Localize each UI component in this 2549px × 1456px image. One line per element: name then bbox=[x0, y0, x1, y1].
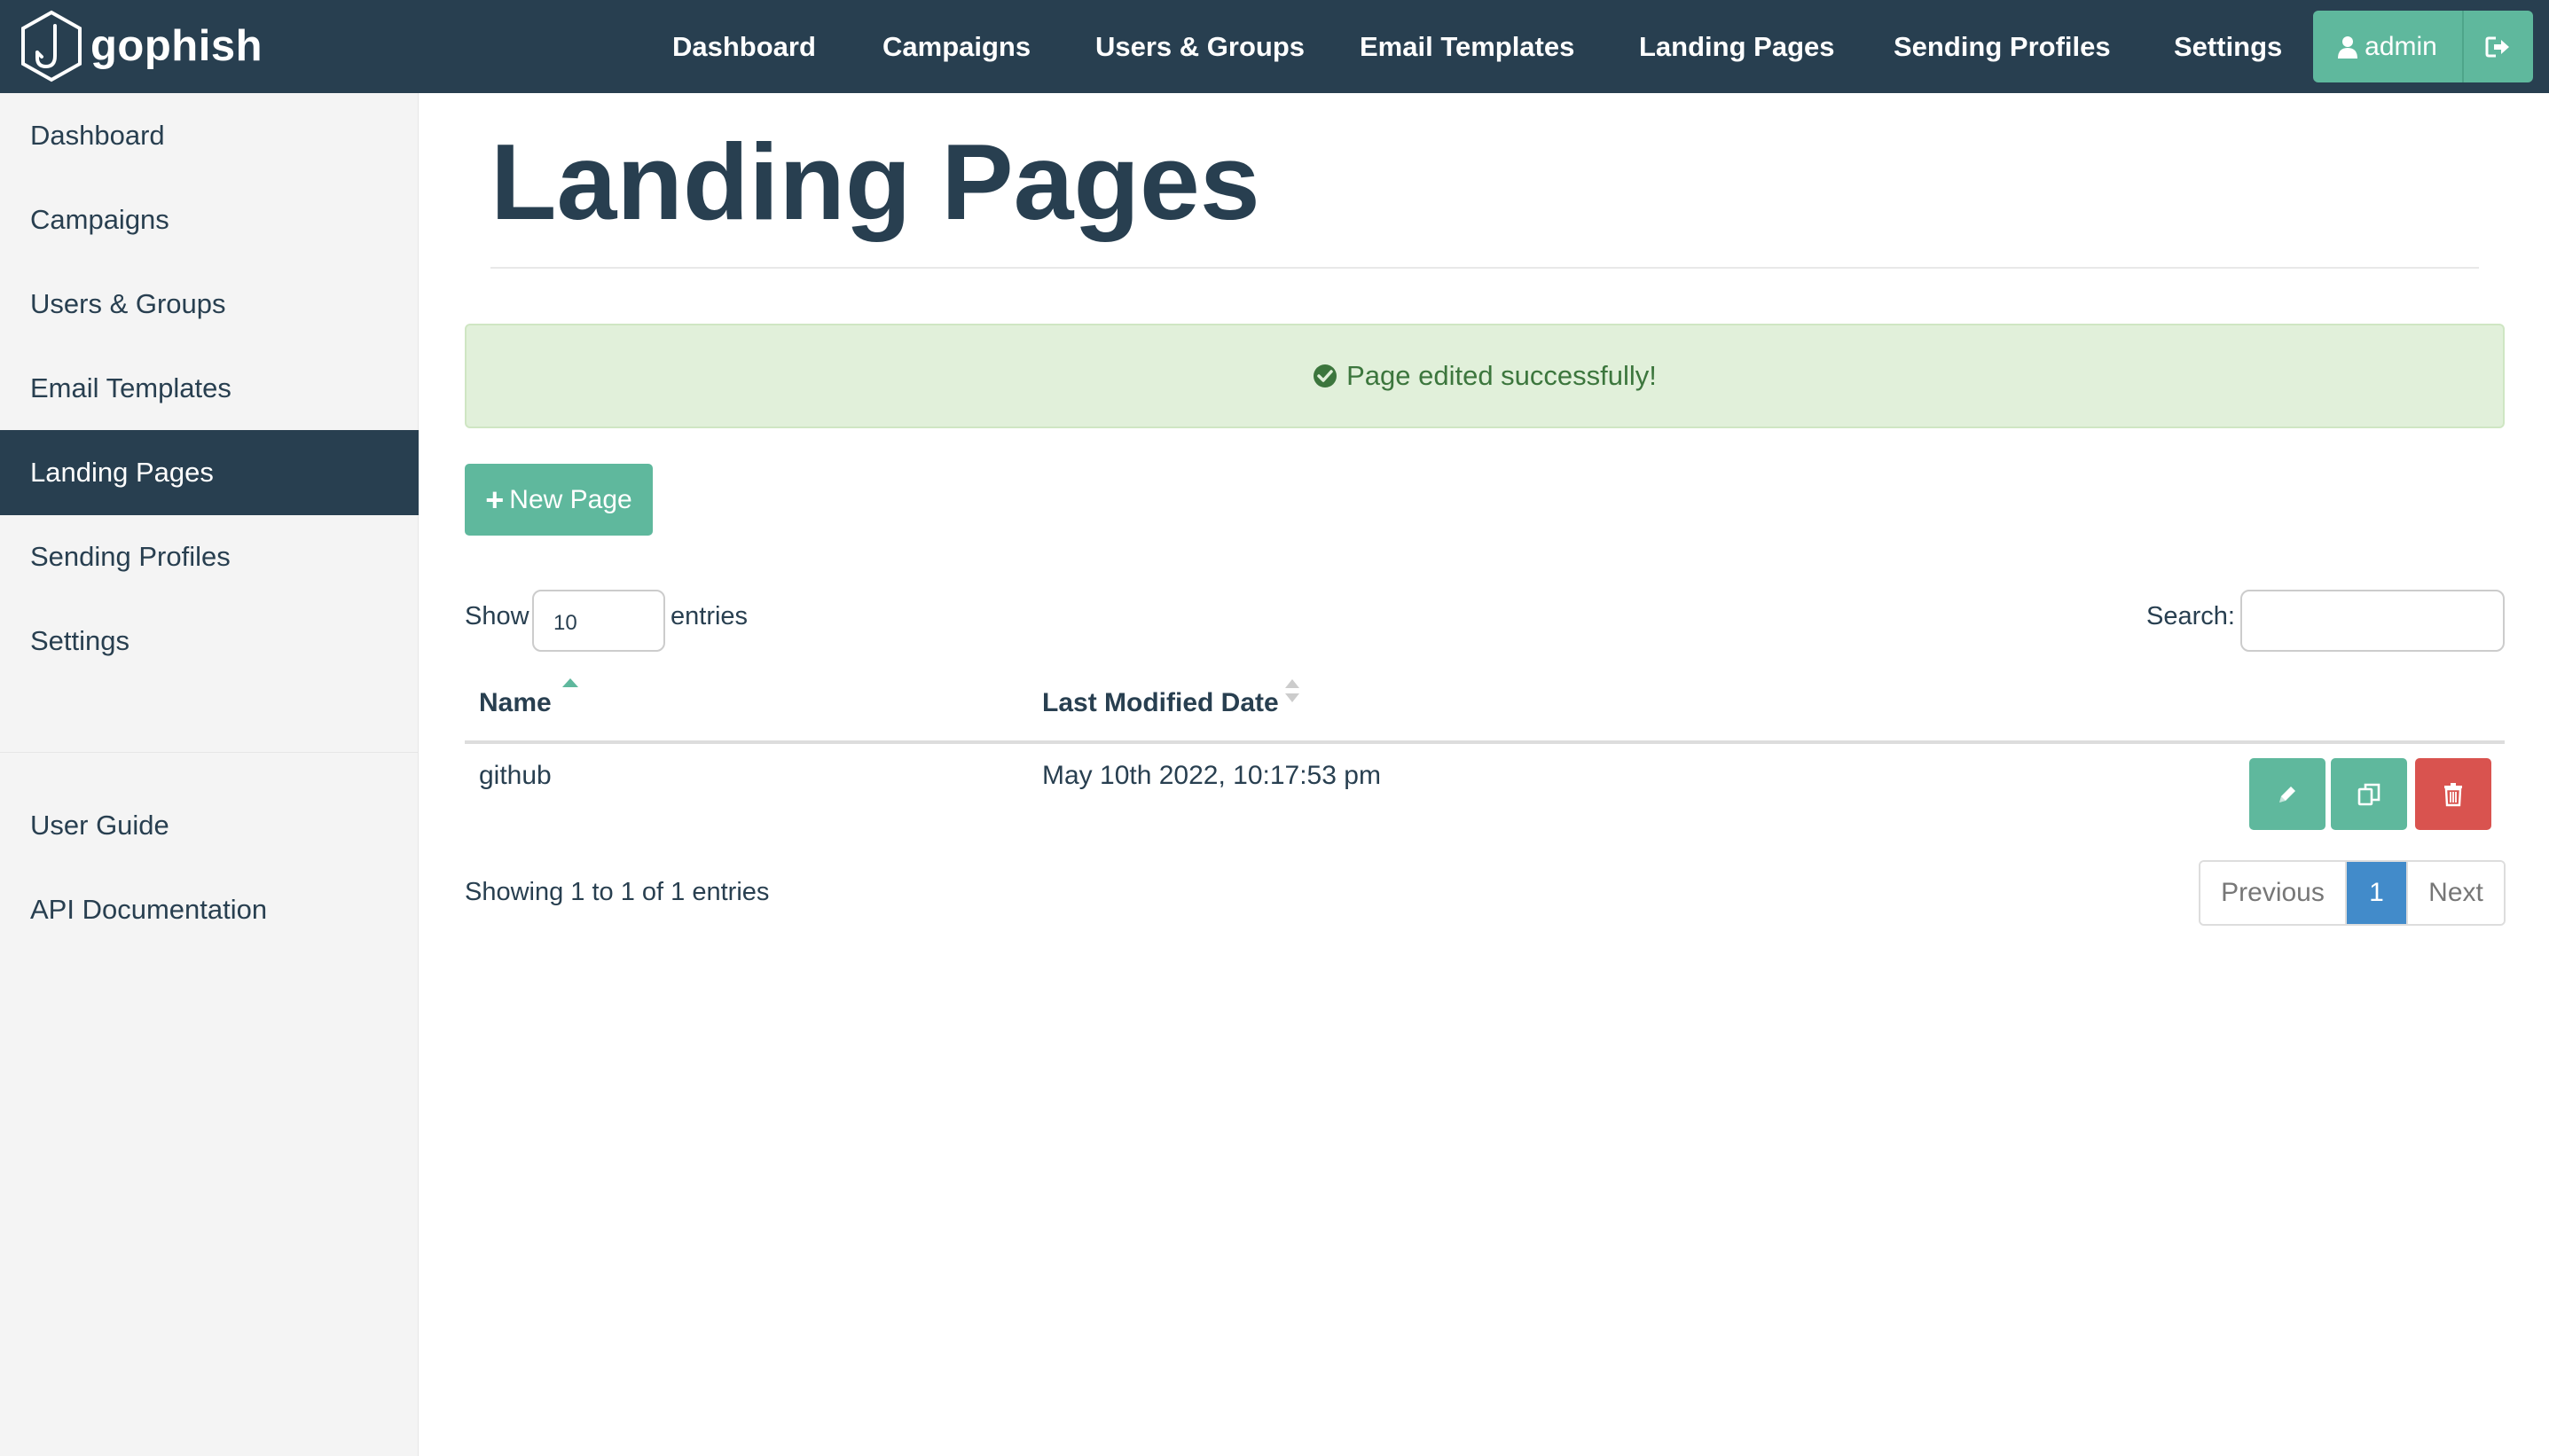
sidebar-link-user-guide[interactable]: User Guide bbox=[0, 783, 419, 867]
admin-button[interactable]: admin bbox=[2313, 11, 2464, 82]
sidebar-item-campaigns[interactable]: Campaigns bbox=[0, 177, 419, 262]
topnav-landing-pages[interactable]: Landing Pages bbox=[1639, 0, 1834, 93]
new-page-label: New Page bbox=[509, 484, 632, 514]
fishhook-hexagon-icon bbox=[21, 10, 82, 82]
delete-page-button[interactable] bbox=[2415, 758, 2491, 830]
plus-icon: + bbox=[485, 481, 505, 518]
topnav-users-groups[interactable]: Users & Groups bbox=[1095, 0, 1305, 93]
row-modified-cell: May 10th 2022, 10:17:53 pm bbox=[1042, 761, 1381, 790]
page-title: Landing Pages bbox=[490, 121, 1260, 242]
entries-label: entries bbox=[671, 602, 749, 630]
brand-name: gophish bbox=[90, 22, 263, 70]
page-size-select[interactable]: 10 bbox=[532, 590, 665, 652]
topnav-email-templates[interactable]: Email Templates bbox=[1360, 0, 1574, 93]
sidebar-item-email-templates[interactable]: Email Templates bbox=[0, 346, 419, 430]
check-circle-icon bbox=[1314, 364, 1337, 387]
column-modified-label: Last Modified Date bbox=[1042, 688, 1279, 717]
title-divider bbox=[490, 267, 2479, 269]
trash-icon bbox=[2444, 782, 2462, 806]
table-info: Showing 1 to 1 of 1 entries bbox=[465, 878, 770, 906]
copy-page-button[interactable] bbox=[2331, 758, 2407, 830]
edit-page-button[interactable] bbox=[2249, 758, 2325, 830]
search-label: Search: bbox=[2146, 602, 2235, 630]
topnav-dashboard[interactable]: Dashboard bbox=[672, 0, 816, 93]
search-input[interactable] bbox=[2240, 590, 2505, 652]
sort-both-icon bbox=[1285, 679, 1299, 702]
table-header-divider bbox=[465, 740, 2505, 744]
admin-label: admin bbox=[2365, 31, 2437, 61]
sign-out-icon bbox=[2485, 36, 2509, 57]
user-menu: admin bbox=[2313, 11, 2533, 82]
new-page-button[interactable]: + New Page bbox=[465, 464, 653, 536]
column-name-label: Name bbox=[479, 688, 552, 717]
sidebar-item-sending-profiles[interactable]: Sending Profiles bbox=[0, 514, 419, 599]
logout-button[interactable] bbox=[2464, 11, 2533, 82]
user-icon bbox=[2338, 35, 2358, 59]
sidebar-item-dashboard[interactable]: Dashboard bbox=[0, 93, 419, 177]
sidebar-item-landing-pages[interactable]: Landing Pages bbox=[0, 430, 419, 515]
pagination-next[interactable]: Next bbox=[2406, 862, 2504, 924]
sort-asc-icon bbox=[562, 678, 578, 687]
row-name-cell: github bbox=[479, 761, 552, 790]
alert-message: Page edited successfully! bbox=[1346, 360, 1657, 391]
column-header-name[interactable]: Name bbox=[479, 688, 552, 718]
sidebar-divider bbox=[0, 752, 419, 753]
success-alert: Page edited successfully! bbox=[465, 324, 2505, 428]
topnav-campaigns[interactable]: Campaigns bbox=[882, 0, 1031, 93]
pencil-icon bbox=[2279, 786, 2295, 802]
topnav-settings[interactable]: Settings bbox=[2174, 0, 2282, 93]
topnav-sending-profiles[interactable]: Sending Profiles bbox=[1894, 0, 2111, 93]
brand[interactable]: gophish bbox=[20, 8, 263, 84]
show-label: Show bbox=[465, 602, 529, 630]
top-navbar: gophish Dashboard Campaigns Users & Grou… bbox=[0, 0, 2549, 93]
copy-icon bbox=[2357, 783, 2380, 805]
sidebar-item-users-groups[interactable]: Users & Groups bbox=[0, 262, 419, 346]
sidebar-item-settings[interactable]: Settings bbox=[0, 599, 419, 683]
column-header-last-modified[interactable]: Last Modified Date bbox=[1042, 688, 1279, 718]
pagination-page-1[interactable]: 1 bbox=[2347, 862, 2406, 924]
pagination-previous[interactable]: Previous bbox=[2200, 862, 2347, 924]
pagination: Previous 1 Next bbox=[2199, 860, 2506, 926]
sidebar: Dashboard Campaigns Users & Groups Email… bbox=[0, 93, 419, 1456]
sidebar-link-api-documentation[interactable]: API Documentation bbox=[0, 867, 419, 951]
